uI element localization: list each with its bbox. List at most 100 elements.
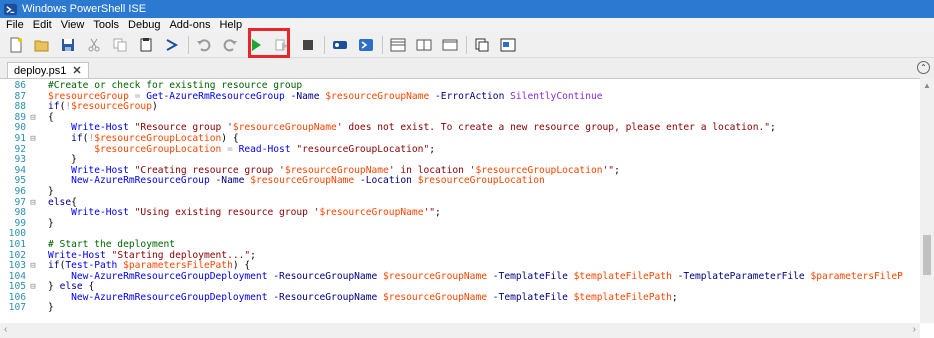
show-command-window-icon[interactable] bbox=[498, 35, 518, 55]
toolbar-separator bbox=[324, 35, 325, 54]
code-token: { bbox=[82, 281, 95, 293]
menu-debug[interactable]: Debug bbox=[125, 18, 166, 32]
menu-file[interactable]: File bbox=[3, 18, 30, 32]
code-text: New-AzureRmResourceGroup -Name $resource… bbox=[48, 176, 545, 187]
horizontal-scrollbar[interactable]: ‹ › bbox=[0, 323, 920, 338]
code-token: New-AzureRmResourceGroupDeployment bbox=[48, 291, 268, 303]
code-token: ' in location ' bbox=[388, 164, 476, 176]
code-token: } bbox=[48, 302, 54, 314]
code-line[interactable]: 99} bbox=[0, 217, 920, 230]
paste-icon[interactable] bbox=[136, 35, 156, 55]
menu-bar: File Edit View Tools Debug Add-ons Help bbox=[0, 18, 934, 32]
code-token: $resourceGroupLocation bbox=[48, 143, 222, 155]
code-line[interactable]: 95 New-AzureRmResourceGroup -Name $resou… bbox=[0, 176, 920, 187]
open-icon[interactable] bbox=[32, 35, 52, 55]
show-script-right-icon[interactable] bbox=[414, 35, 434, 55]
powershell-console-icon[interactable] bbox=[356, 35, 376, 55]
code-line[interactable]: 107} bbox=[0, 303, 920, 314]
cut-icon[interactable] bbox=[84, 35, 104, 55]
scroll-up-icon[interactable]: ▲ bbox=[923, 81, 931, 90]
code-token: Get-AzureRmResourceGroup bbox=[146, 90, 285, 102]
stop-icon[interactable] bbox=[298, 35, 318, 55]
code-line[interactable]: 92 $resourceGroupLocation = Read-Host "r… bbox=[0, 143, 920, 156]
code-token: ; bbox=[770, 122, 776, 134]
code-token: "Using existing resource group ' bbox=[134, 207, 320, 219]
code-text: $resourceGroupLocation = Read-Host "reso… bbox=[48, 143, 436, 156]
code-line[interactable]: 88 if(!$resourceGroup) bbox=[0, 101, 920, 113]
code-token: '" bbox=[602, 164, 615, 176]
scroll-right-icon[interactable]: › bbox=[913, 324, 916, 335]
code-token: -TemplateFile bbox=[492, 291, 568, 303]
line-number: 86 bbox=[14, 80, 26, 91]
menu-view[interactable]: View bbox=[58, 18, 91, 32]
tab-deploy-ps1[interactable]: deploy.ps1 ✕ bbox=[7, 62, 89, 78]
scroll-left-icon[interactable]: ‹ bbox=[4, 324, 7, 335]
toolbar-separator bbox=[188, 35, 189, 54]
code-token: } bbox=[48, 217, 54, 229]
code-token: = bbox=[221, 143, 239, 155]
code-token: ; bbox=[429, 143, 436, 155]
menu-tools[interactable]: Tools bbox=[90, 18, 125, 32]
tab-bar: deploy.ps1 ✕ ⌃ bbox=[0, 58, 934, 78]
menu-edit[interactable]: Edit bbox=[30, 18, 58, 32]
command-addon-icon[interactable] bbox=[472, 35, 492, 55]
code-line[interactable]: 98 Write-Host "Using existing resource g… bbox=[0, 207, 920, 219]
code-line[interactable]: 96} bbox=[0, 185, 920, 198]
code-line[interactable]: 104 New-AzureRmResourceGroupDeployment -… bbox=[0, 271, 920, 283]
redo-icon[interactable] bbox=[220, 35, 240, 55]
code-token: Write-Host bbox=[48, 207, 129, 219]
new-icon[interactable] bbox=[6, 35, 26, 55]
code-token: ) { bbox=[232, 260, 251, 272]
code-token: else bbox=[59, 281, 83, 293]
code-token: $resourceGroupName bbox=[319, 207, 424, 219]
code-token: ; bbox=[614, 164, 620, 176]
code-token: ' does not exist. To create a new resour… bbox=[336, 122, 771, 134]
copy-icon[interactable] bbox=[110, 35, 130, 55]
show-script-top-icon[interactable] bbox=[388, 35, 408, 55]
code-text: New-AzureRmResourceGroupDeployment -Reso… bbox=[48, 271, 903, 283]
close-icon[interactable]: ✕ bbox=[72, 64, 81, 77]
vertical-scroll-thumb[interactable] bbox=[923, 235, 931, 275]
code-token: $templateFilePath bbox=[573, 291, 672, 303]
code-token: Test-Path bbox=[65, 260, 118, 272]
code-text: } bbox=[48, 303, 54, 314]
toolbar-separator bbox=[466, 35, 467, 54]
code-token: Write-Host bbox=[48, 164, 129, 176]
code-token: -Name bbox=[290, 90, 320, 102]
undo-icon[interactable] bbox=[194, 35, 214, 55]
run-icon[interactable] bbox=[246, 35, 266, 55]
code-token: $resourceGroupName bbox=[250, 175, 355, 187]
fold-toggle-icon[interactable]: ⊟ bbox=[29, 282, 37, 293]
code-token: $resourceGroupName bbox=[325, 90, 430, 102]
code-line[interactable]: 106 New-AzureRmResourceGroupDeployment -… bbox=[0, 291, 920, 304]
code-text: New-AzureRmResourceGroupDeployment -Reso… bbox=[48, 291, 678, 304]
line-number: 101 bbox=[8, 238, 26, 250]
tab-label: deploy.ps1 bbox=[14, 64, 67, 77]
menu-help[interactable]: Help bbox=[216, 18, 248, 32]
fold-toggle-icon[interactable]: ⊟ bbox=[29, 113, 37, 124]
remote-powershell-icon[interactable] bbox=[330, 35, 350, 55]
save-icon[interactable] bbox=[58, 35, 78, 55]
fold-toggle-icon[interactable]: ⊟ bbox=[29, 261, 37, 272]
code-token: if bbox=[48, 260, 60, 272]
script-editor[interactable]: 86 #Create or check for existing resource… bbox=[0, 78, 934, 323]
line-number: 96 bbox=[14, 185, 26, 197]
fold-toggle-icon[interactable]: ⊟ bbox=[29, 198, 37, 209]
clear-console-icon[interactable] bbox=[162, 35, 182, 55]
vertical-scrollbar[interactable]: ▲ bbox=[920, 78, 934, 323]
code-token: $resourceGroupName bbox=[383, 291, 487, 303]
show-script-max-icon[interactable] bbox=[440, 35, 460, 55]
code-token: $resourceGroupName bbox=[232, 122, 337, 134]
code-text: if(!$resourceGroup) bbox=[48, 101, 158, 113]
code-token: } bbox=[48, 281, 60, 293]
code-lines: 86 #Create or check for existing resource… bbox=[0, 80, 920, 314]
code-token: Write-Host bbox=[48, 122, 129, 134]
code-token: } bbox=[48, 154, 77, 166]
run-selection-icon[interactable] bbox=[272, 35, 292, 55]
menu-addons[interactable]: Add-ons bbox=[166, 18, 216, 32]
code-token: $resourceGroupLocation bbox=[475, 164, 603, 176]
fold-toggle-icon[interactable]: ⊟ bbox=[29, 134, 37, 145]
code-token: "resourceGroupLocation" bbox=[296, 143, 430, 155]
toolbar-separator bbox=[382, 35, 383, 54]
collapse-script-pane-icon[interactable]: ⌃ bbox=[917, 61, 930, 74]
